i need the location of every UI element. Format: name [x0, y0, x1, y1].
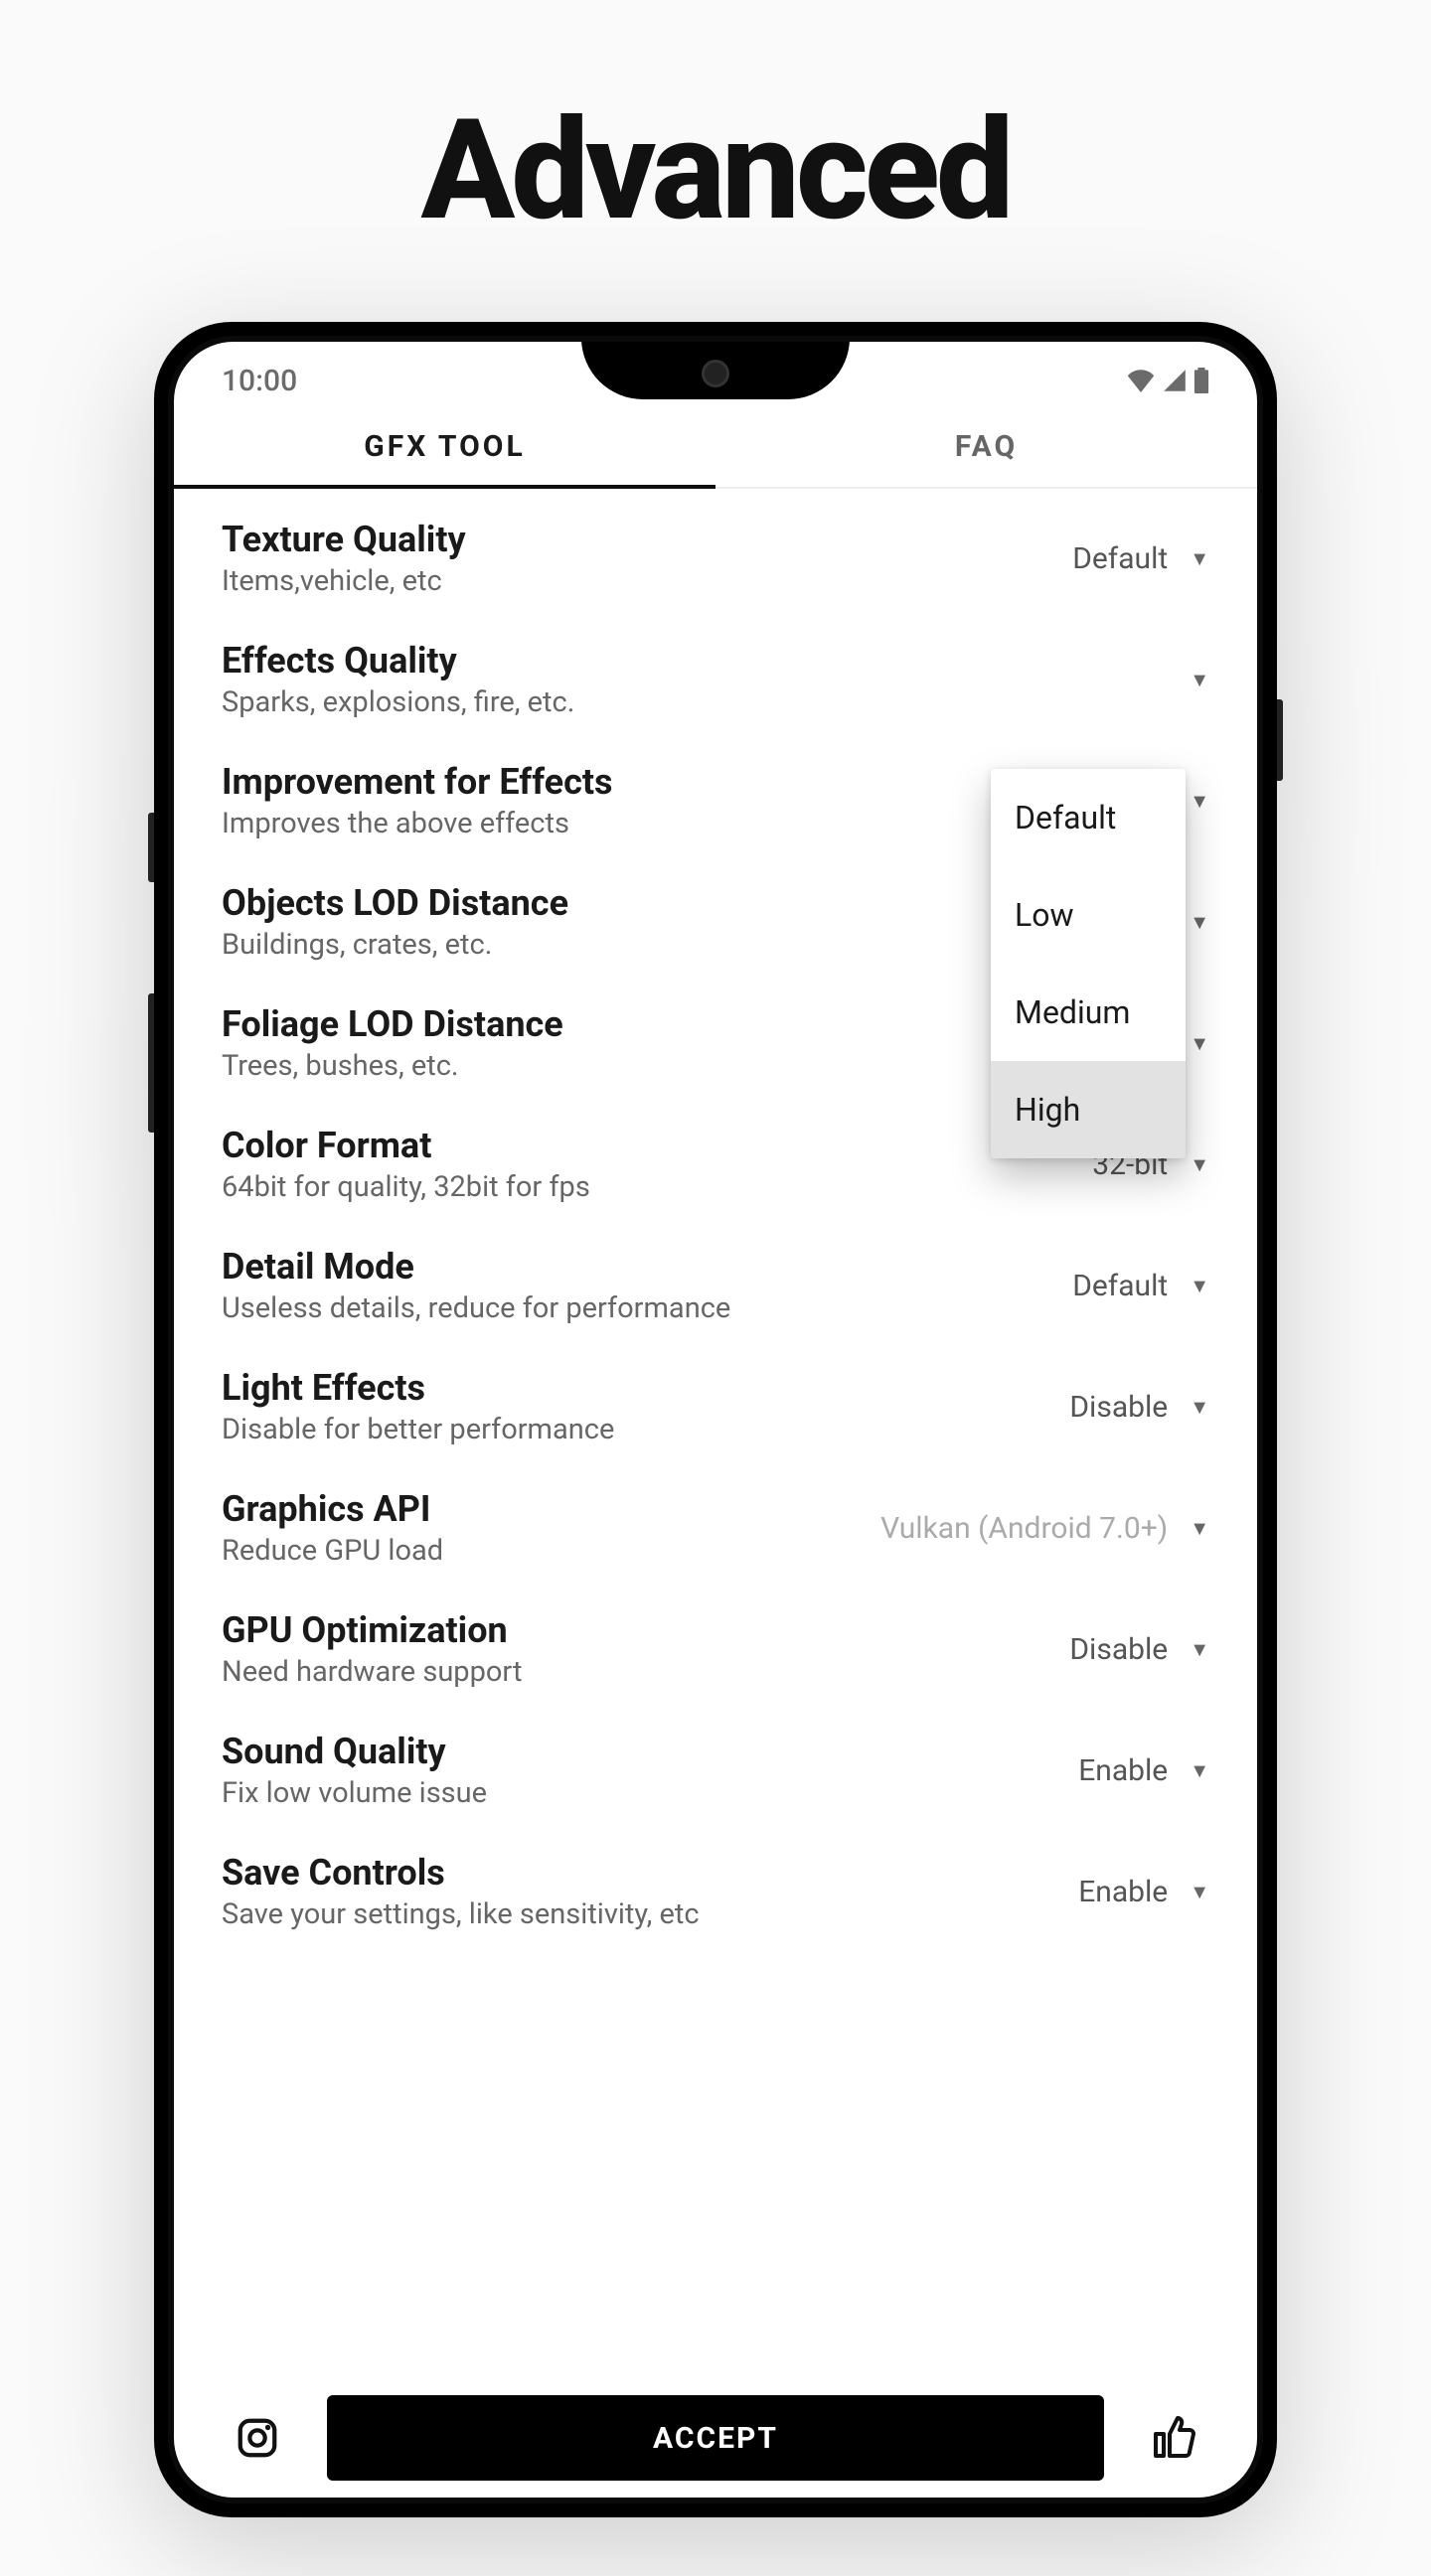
accept-button[interactable]: ACCEPT [327, 2395, 1104, 2481]
chevron-down-icon: ▼ [1190, 1758, 1209, 1783]
dropdown-item[interactable]: Default [991, 769, 1186, 866]
setting-row[interactable]: Texture Quality Items,vehicle, etcDefault… [174, 501, 1257, 622]
setting-desc: Fix low volume issue [222, 1776, 1078, 1810]
dropdown-item[interactable]: High [991, 1061, 1186, 1158]
chevron-down-icon: ▼ [1190, 1274, 1209, 1298]
setting-title: Sound Quality [222, 1731, 1078, 1772]
chevron-down-icon: ▼ [1190, 1031, 1209, 1056]
setting-desc: Disable for better performance [222, 1413, 1069, 1446]
chevron-down-icon: ▼ [1190, 546, 1209, 571]
tab-faq[interactable]: FAQ [716, 405, 1257, 487]
chevron-down-icon: ▼ [1190, 1516, 1209, 1541]
setting-value[interactable]: ▼ [1190, 1031, 1209, 1056]
setting-row[interactable]: Effects QualitySparks, explosions, fire,… [174, 622, 1257, 743]
setting-value[interactable]: Disable▼ [1069, 1632, 1209, 1667]
phone-frame: 10:00 GFX TOOL FAQ Texture Quality Items,… [154, 322, 1277, 2517]
setting-desc: Reduce GPU load [222, 1534, 880, 1568]
setting-desc: Items,vehicle, etc [222, 564, 1072, 598]
setting-title: Graphics API [222, 1488, 880, 1530]
setting-title: Light Effects [222, 1367, 1069, 1409]
setting-title: GPU Optimization [222, 1609, 1069, 1651]
setting-desc: Useless details, reduce for performance [222, 1291, 1072, 1325]
chevron-down-icon: ▼ [1190, 1152, 1209, 1177]
setting-row[interactable]: Sound Quality Fix low volume issueEnable▼ [174, 1713, 1257, 1834]
setting-value[interactable]: Vulkan (Android 7.0+)▼ [880, 1511, 1209, 1546]
side-button [1277, 699, 1283, 781]
setting-row[interactable]: Light Effects Disable for better performa… [174, 1349, 1257, 1470]
setting-value[interactable]: Disable▼ [1069, 1390, 1209, 1425]
setting-value[interactable]: Default▼ [1072, 1269, 1209, 1303]
chevron-down-icon: ▼ [1190, 1637, 1209, 1662]
instagram-icon[interactable] [222, 2402, 293, 2474]
setting-title: Detail Mode [222, 1246, 1072, 1288]
dropdown-item[interactable]: Low [991, 866, 1186, 964]
setting-title: Texture Quality [222, 519, 1072, 560]
wifi-icon [1126, 369, 1156, 392]
battery-icon [1193, 368, 1209, 393]
chevron-down-icon: ▼ [1190, 668, 1209, 692]
chevron-down-icon: ▼ [1190, 1395, 1209, 1420]
status-time: 10:00 [222, 364, 297, 398]
setting-value[interactable]: Enable▼ [1078, 1875, 1209, 1909]
notch [581, 342, 850, 399]
setting-value[interactable]: ▼ [1190, 789, 1209, 814]
setting-row[interactable]: Save ControlsSave your settings, like se… [174, 1834, 1257, 1955]
setting-row[interactable]: GPU Optimization Need hardware supportDis… [174, 1591, 1257, 1713]
setting-title: Effects Quality [222, 640, 1190, 682]
signal-icon [1162, 369, 1188, 392]
chevron-down-icon: ▼ [1190, 789, 1209, 814]
setting-title: Save Controls [222, 1852, 1078, 1894]
setting-value[interactable]: Default▼ [1072, 541, 1209, 576]
chevron-down-icon: ▼ [1190, 910, 1209, 935]
page-title: Advanced [421, 89, 1011, 252]
tab-gfx-tool[interactable]: GFX TOOL [174, 405, 716, 487]
thumbs-up-icon[interactable] [1138, 2402, 1209, 2474]
setting-row[interactable]: Detail ModeUseless details, reduce for p… [174, 1228, 1257, 1349]
setting-row[interactable]: Graphics API Reduce GPU loadVulkan (Andro… [174, 1470, 1257, 1591]
phone-mockup: 10:00 GFX TOOL FAQ Texture Quality Items,… [154, 322, 1277, 2517]
setting-value[interactable]: ▼ [1190, 910, 1209, 935]
dropdown-item[interactable]: Medium [991, 964, 1186, 1061]
bottom-bar: ACCEPT [174, 2378, 1257, 2498]
setting-desc: 64bit for quality, 32bit for fps [222, 1170, 1092, 1204]
setting-desc: Need hardware support [222, 1655, 1069, 1689]
setting-desc: Sparks, explosions, fire, etc. [222, 685, 1190, 719]
setting-title: Color Format [222, 1125, 1092, 1166]
setting-desc: Save your settings, like sensitivity, et… [222, 1897, 1078, 1931]
dropdown-popup: DefaultLowMediumHigh [991, 769, 1186, 1158]
phone-screen: 10:00 GFX TOOL FAQ Texture Quality Items,… [174, 342, 1257, 2498]
chevron-down-icon: ▼ [1190, 1880, 1209, 1904]
setting-value[interactable]: ▼ [1190, 668, 1209, 692]
tabs: GFX TOOL FAQ [174, 405, 1257, 489]
setting-value[interactable]: Enable▼ [1078, 1753, 1209, 1788]
